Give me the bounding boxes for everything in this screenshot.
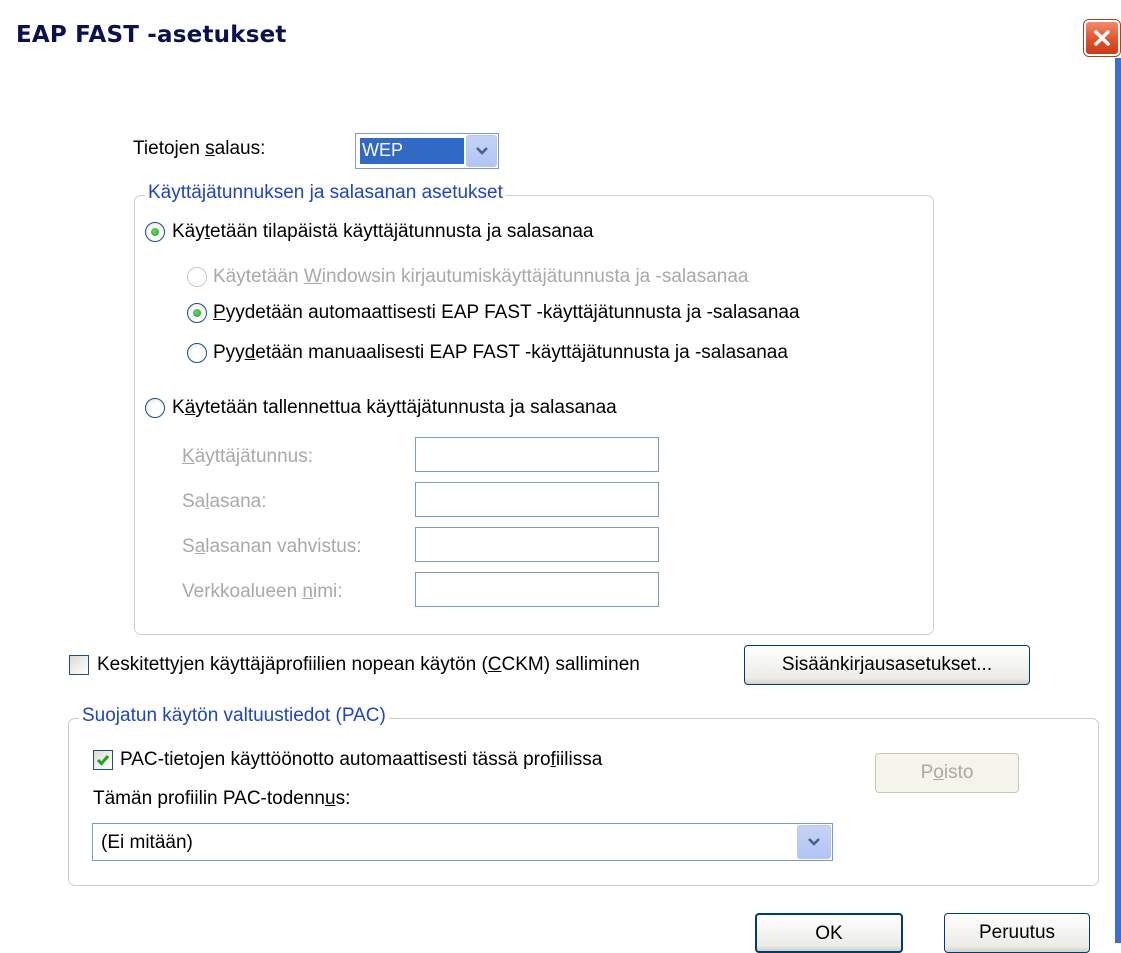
confirm-password-label: Salasanan vahvistus: — [182, 536, 362, 557]
close-button[interactable] — [1084, 20, 1120, 56]
radio-windows-credentials[interactable] — [187, 267, 207, 287]
login-settings-button[interactable]: Sisäänkirjausasetukset... — [744, 645, 1030, 685]
temporary-credentials-label: Käytetään tilapäistä käyttäjätunnusta ja… — [172, 221, 594, 242]
auto-prompt-label: Pyydetään automaattisesti EAP FAST -käyt… — [213, 302, 800, 323]
close-icon — [1094, 30, 1110, 46]
selected-highlight: WEP — [360, 138, 464, 164]
cancel-button[interactable]: Peruutus — [944, 913, 1090, 953]
username-field[interactable] — [415, 437, 659, 472]
radio-manual-prompt[interactable] — [187, 343, 207, 363]
pac-auth-value: (Ei mitään) — [101, 832, 193, 853]
pac-auto-provision-label: PAC-tietojen käyttöönotto automaattisest… — [120, 749, 603, 770]
encryption-value: WEP — [362, 140, 404, 160]
cckm-checkbox[interactable] — [69, 655, 89, 675]
radio-saved-credentials[interactable] — [145, 398, 165, 418]
encryption-label: Tietojen salaus: — [133, 138, 266, 159]
checkmark-icon — [96, 755, 110, 766]
ok-button[interactable]: OK — [755, 913, 903, 953]
pac-auth-label: Tämän profiilin PAC-todennus: — [93, 788, 351, 809]
windows-credentials-label: Käytetään Windowsin kirjautumiskäyttäjät… — [213, 266, 749, 287]
domain-name-label: Verkkoalueen nimi: — [182, 581, 343, 602]
chevron-down-icon — [808, 838, 820, 846]
radio-selected-dot — [151, 228, 159, 236]
password-field[interactable] — [415, 482, 659, 517]
manual-prompt-label: Pyydetään manuaalisesti EAP FAST -käyttä… — [213, 342, 788, 363]
encryption-select[interactable]: WEP — [355, 133, 499, 169]
delete-button[interactable]: Poisto — [875, 753, 1019, 793]
dropdown-button[interactable] — [466, 135, 497, 167]
confirm-password-field[interactable] — [415, 527, 659, 562]
title-bar: EAP FAST -asetukset — [0, 0, 1121, 82]
domain-name-field[interactable] — [415, 572, 659, 607]
pac-auto-provision-checkbox[interactable] — [93, 750, 113, 770]
radio-temporary-credentials[interactable] — [145, 222, 165, 242]
chevron-down-icon — [475, 147, 488, 155]
radio-auto-prompt[interactable] — [187, 303, 207, 323]
window-title: EAP FAST -asetukset — [16, 22, 287, 48]
cckm-label: Keskitettyjen käyttäjäprofiilien nopean … — [97, 654, 640, 675]
username-label: Käyttäjätunnus: — [182, 446, 313, 467]
dropdown-button[interactable] — [797, 825, 831, 859]
password-label: Salasana: — [182, 491, 267, 512]
radio-selected-dot — [193, 309, 201, 317]
dialog-window: EAP FAST -asetukset Tietojen salaus: WEP… — [0, 0, 1121, 953]
pac-auth-select[interactable]: (Ei mitään) — [92, 823, 833, 861]
credentials-group-legend: Käyttäjätunnuksen ja salasanan asetukset — [145, 182, 506, 204]
window-border — [1115, 58, 1121, 943]
saved-credentials-label: Käytetään tallennettua käyttäjätunnusta … — [172, 397, 617, 418]
pac-group-legend: Suojatun käytön valtuustiedot (PAC) — [79, 705, 389, 727]
